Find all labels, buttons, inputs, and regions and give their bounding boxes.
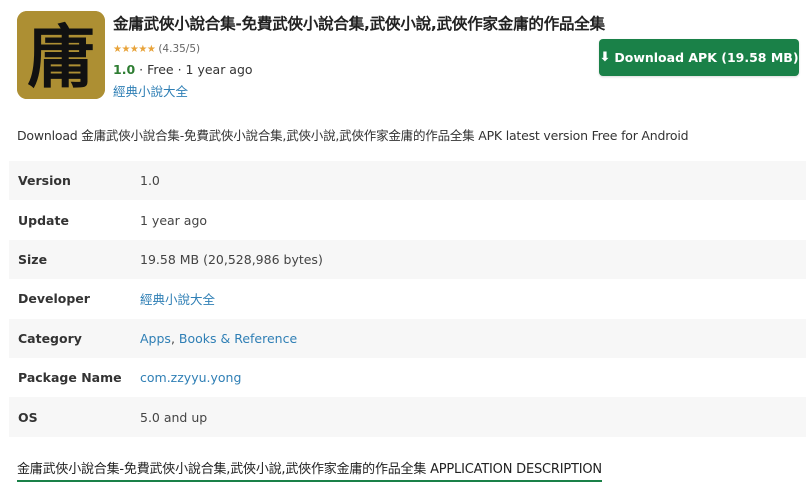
app-logo-glyph: 庸 (17, 11, 105, 99)
app-meta: 1.0 · Free · 1 year ago (113, 62, 253, 77)
category-separator: , (170, 330, 179, 346)
info-label: Version (9, 161, 140, 201)
info-value-cell: Apps, Books & Reference (140, 318, 806, 358)
app-header: 庸 金庸武俠小說合集-免費武俠小說合集,武俠小說,武俠作家金庸的作品全集 ★★★… (17, 11, 805, 101)
info-row-os: OS 5.0 and up (9, 397, 806, 437)
info-label: Update (9, 200, 140, 240)
app-meta-rest: · Free · 1 year ago (135, 62, 253, 77)
app-version: 1.0 (113, 62, 136, 77)
app-download-page: 庸 金庸武俠小說合集-免費武俠小說合集,武俠小說,武俠作家金庸的作品全集 ★★★… (0, 0, 810, 490)
app-title: 金庸武俠小說合集-免費武俠小說合集,武俠小說,武俠作家金庸的作品全集 (113, 15, 605, 33)
category-link-books[interactable]: Books & Reference (179, 331, 297, 346)
info-row-version: Version 1.0 (9, 161, 806, 201)
info-row-update: Update 1 year ago (9, 200, 806, 240)
info-label: Size (9, 239, 140, 280)
app-icon: 庸 (17, 11, 105, 99)
info-row-package: Package Name com.zzyyu.yong (9, 357, 806, 398)
description-heading: 金庸武俠小說合集-免費武俠小說合集,武俠小說,武俠作家金庸的作品全集 APPLI… (17, 458, 602, 482)
developer-link[interactable]: 經典小說大全 (113, 81, 188, 100)
rating-value: (4.35/5) (158, 43, 201, 55)
info-row-developer: Developer 經典小說大全 (9, 279, 806, 319)
rating-stars-icon: ★★★★★ (113, 43, 156, 55)
info-value-cell: 經典小說大全 (140, 279, 806, 319)
info-value: 1 year ago (140, 200, 806, 240)
download-apk-label: Download APK (19.58 MB) (614, 50, 799, 65)
info-row-size: Size 19.58 MB (20,528,986 bytes) (9, 239, 806, 280)
download-apk-button[interactable]: ⬇ Download APK (19.58 MB) (599, 39, 799, 76)
package-name-link[interactable]: com.zzyyu.yong (140, 370, 241, 385)
info-value-cell: com.zzyyu.yong (140, 357, 806, 398)
info-value: 5.0 and up (140, 397, 806, 437)
rating-row: ★★★★★ (4.35/5) (113, 43, 200, 55)
app-info-table: Version 1.0 Update 1 year ago Size 19.58… (9, 161, 806, 437)
info-label: OS (9, 397, 140, 437)
info-label: Category (9, 318, 140, 358)
developer-info-link[interactable]: 經典小說大全 (140, 292, 215, 307)
info-value: 19.58 MB (20,528,986 bytes) (140, 239, 806, 280)
category-link-apps[interactable]: Apps (140, 331, 171, 346)
download-arrow-icon: ⬇ (599, 50, 611, 65)
info-label: Package Name (9, 357, 140, 398)
intro-text: Download 金庸武俠小說合集-免費武俠小說合集,武俠小說,武俠作家金庸的作… (17, 128, 689, 143)
info-label: Developer (9, 279, 140, 319)
app-logo-text: 庸 (27, 18, 95, 98)
info-row-category: Category Apps, Books & Reference (9, 318, 806, 358)
info-value: 1.0 (140, 161, 806, 201)
